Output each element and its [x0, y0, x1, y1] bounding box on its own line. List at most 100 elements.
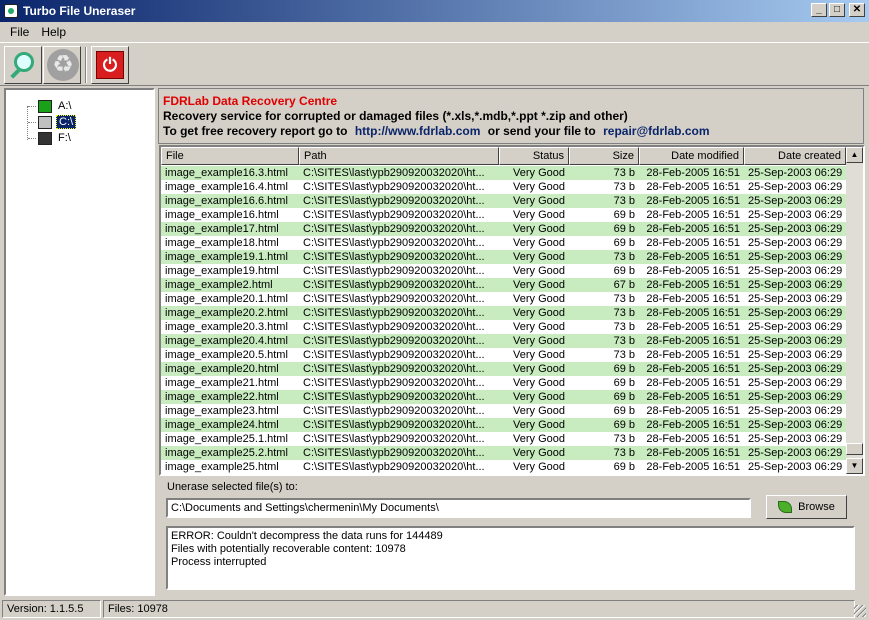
cell-created: 25-Sep-2003 06:29: [748, 391, 843, 403]
table-row[interactable]: image_example17.html C:\SITES\last\ypb290…: [161, 222, 846, 236]
cell-modified: 28-Feb-2005 16:51: [646, 265, 740, 277]
cell-status: Very Good: [513, 223, 565, 235]
cell-created: 25-Sep-2003 06:29: [748, 279, 843, 291]
table-row[interactable]: image_example19.html C:\SITES\last\ypb290…: [161, 264, 846, 278]
website-link[interactable]: http://www.fdrlab.com: [355, 124, 481, 138]
table-row[interactable]: image_example25.html C:\SITES\last\ypb290…: [161, 460, 846, 474]
cell-modified: 28-Feb-2005 16:51: [646, 349, 740, 361]
log-line: Process interrupted: [171, 556, 267, 568]
column-header-date-created[interactable]: Date created: [744, 147, 846, 165]
cell-modified: 28-Feb-2005 16:51: [646, 447, 740, 459]
tree-item-f-drive[interactable]: F:\: [28, 130, 73, 146]
close-button[interactable]: ✕: [849, 3, 865, 17]
cell-status: Very Good: [513, 251, 565, 263]
recover-button[interactable]: ♻: [43, 46, 81, 84]
cell-created: 25-Sep-2003 06:29: [748, 377, 843, 389]
table-row[interactable]: image_example23.html C:\SITES\last\ypb290…: [161, 404, 846, 418]
cell-modified: 28-Feb-2005 16:51: [646, 195, 740, 207]
cell-file: image_example25.html: [165, 461, 279, 473]
cell-modified: 28-Feb-2005 16:51: [646, 307, 740, 319]
drive-tree[interactable]: A:\ C:\ F:\: [4, 88, 155, 596]
table-row[interactable]: image_example20.2.html C:\SITES\last\ypb2…: [161, 306, 846, 320]
cell-status: Very Good: [513, 279, 565, 291]
cell-size: 73 b: [613, 447, 635, 459]
tree-item-c-drive[interactable]: C:\: [28, 114, 77, 130]
table-row[interactable]: image_example22.html C:\SITES\last\ypb290…: [161, 390, 846, 404]
cell-modified: 28-Feb-2005 16:51: [646, 433, 740, 445]
column-header-path[interactable]: Path: [299, 147, 499, 165]
cell-status: Very Good: [513, 181, 565, 193]
table-row[interactable]: image_example16.html C:\SITES\last\ypb290…: [161, 208, 846, 222]
cell-size: 69 b: [613, 237, 635, 249]
table-row[interactable]: image_example16.6.html C:\SITES\last\ypb2…: [161, 194, 846, 208]
cell-created: 25-Sep-2003 06:29: [748, 405, 843, 417]
column-header-file[interactable]: File: [161, 147, 299, 165]
cell-status: Very Good: [513, 307, 565, 319]
cell-status: Very Good: [513, 293, 565, 305]
table-row[interactable]: image_example18.html C:\SITES\last\ypb290…: [161, 236, 846, 250]
table-row[interactable]: image_example20.1.html C:\SITES\last\ypb2…: [161, 292, 846, 306]
browse-button[interactable]: Browse: [766, 495, 847, 519]
table-row[interactable]: image_example20.5.html C:\SITES\last\ypb2…: [161, 348, 846, 362]
cell-created: 25-Sep-2003 06:29: [748, 237, 843, 249]
cell-modified: 28-Feb-2005 16:51: [646, 181, 740, 193]
toolbar-separator: [85, 47, 87, 83]
cell-size: 73 b: [613, 307, 635, 319]
scroll-up-button[interactable]: ▲: [846, 147, 863, 163]
promo-banner: FDRLab Data Recovery Centre Recovery ser…: [158, 88, 864, 144]
cell-status: Very Good: [513, 195, 565, 207]
recycle-icon: ♻: [47, 49, 79, 81]
banner-line2-middle: or send your file to: [487, 124, 596, 138]
log-line: ERROR: Couldn't decompress the data runs…: [171, 530, 443, 542]
table-row[interactable]: image_example25.1.html C:\SITES\last\ypb2…: [161, 432, 846, 446]
tree-item-a-drive[interactable]: A:\: [28, 98, 73, 114]
column-header-size[interactable]: Size: [569, 147, 639, 165]
hard-drive-icon: [38, 115, 52, 129]
cell-path: C:\SITES\last\ypb290920032020\ht...: [303, 209, 485, 221]
cell-modified: 28-Feb-2005 16:51: [646, 363, 740, 375]
maximize-button[interactable]: □: [829, 3, 845, 17]
table-row[interactable]: image_example16.4.html C:\SITES\last\ypb2…: [161, 180, 846, 194]
minimize-button[interactable]: _: [811, 3, 827, 17]
table-row[interactable]: image_example25.2.html C:\SITES\last\ypb2…: [161, 446, 846, 460]
cell-path: C:\SITES\last\ypb290920032020\ht...: [303, 223, 485, 235]
file-list[interactable]: File Path Status Size Date modified Date…: [159, 145, 865, 476]
cell-file: image_example2.html: [165, 279, 273, 291]
banner-line1: Recovery service for corrupted or damage…: [163, 109, 628, 123]
table-row[interactable]: image_example21.html C:\SITES\last\ypb290…: [161, 376, 846, 390]
menu-file[interactable]: File: [4, 25, 35, 39]
cell-size: 69 b: [613, 419, 635, 431]
exit-button[interactable]: ⏻: [91, 46, 129, 84]
cell-path: C:\SITES\last\ypb290920032020\ht...: [303, 377, 485, 389]
cell-size: 73 b: [613, 251, 635, 263]
resize-grip[interactable]: [854, 605, 866, 617]
cell-status: Very Good: [513, 447, 565, 459]
destination-path-input[interactable]: [166, 498, 751, 518]
log-output[interactable]: ERROR: Couldn't decompress the data runs…: [166, 526, 855, 590]
cell-path: C:\SITES\last\ypb290920032020\ht...: [303, 279, 485, 291]
column-header-status[interactable]: Status: [499, 147, 569, 165]
cell-path: C:\SITES\last\ypb290920032020\ht...: [303, 447, 485, 459]
file-list-scrollbar[interactable]: ▲ ▼: [846, 147, 863, 474]
table-row[interactable]: image_example20.4.html C:\SITES\last\ypb2…: [161, 334, 846, 348]
cell-status: Very Good: [513, 377, 565, 389]
power-icon: ⏻: [96, 51, 124, 79]
email-link[interactable]: repair@fdrlab.com: [603, 124, 709, 138]
scroll-down-button[interactable]: ▼: [846, 458, 863, 474]
cell-path: C:\SITES\last\ypb290920032020\ht...: [303, 307, 485, 319]
table-row[interactable]: image_example24.html C:\SITES\last\ypb290…: [161, 418, 846, 432]
table-row[interactable]: image_example2.html C:\SITES\last\ypb2909…: [161, 278, 846, 292]
table-row[interactable]: image_example16.3.html C:\SITES\last\ypb2…: [161, 166, 846, 180]
scroll-thumb[interactable]: [846, 443, 863, 455]
search-button[interactable]: [4, 46, 42, 84]
table-row[interactable]: image_example20.html C:\SITES\last\ypb290…: [161, 362, 846, 376]
cell-path: C:\SITES\last\ypb290920032020\ht...: [303, 265, 485, 277]
table-row[interactable]: image_example19.1.html C:\SITES\last\ypb2…: [161, 250, 846, 264]
cell-modified: 28-Feb-2005 16:51: [646, 321, 740, 333]
cell-path: C:\SITES\last\ypb290920032020\ht...: [303, 349, 485, 361]
column-header-date-modified[interactable]: Date modified: [639, 147, 744, 165]
menu-help[interactable]: Help: [35, 25, 72, 39]
title-bar: Turbo File Uneraser _ □ ✕: [0, 0, 869, 22]
table-row[interactable]: image_example20.3.html C:\SITES\last\ypb2…: [161, 320, 846, 334]
cell-created: 25-Sep-2003 06:29: [748, 335, 843, 347]
